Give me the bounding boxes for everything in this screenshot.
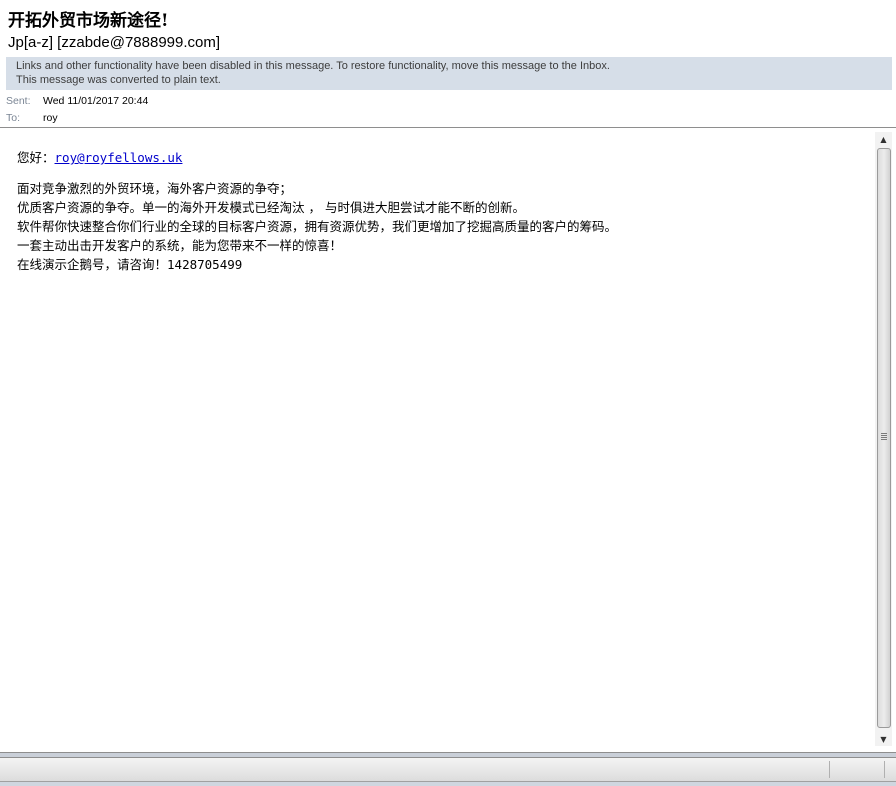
status-pane-end [884, 761, 896, 778]
sent-row: Sent: Wed 11/01/2017 20:44 [6, 94, 148, 108]
greeting-line: 您好：roy@royfellows.uk [17, 148, 875, 167]
grip-icon [881, 433, 887, 440]
greeting-prefix: 您好： [17, 150, 55, 165]
message-body[interactable]: 您好：roy@royfellows.uk 面对竞争激烈的外贸环境，海外客户资源的… [0, 128, 875, 752]
message-subject: 开拓外贸市场新途径! [8, 11, 169, 31]
info-bar[interactable]: Links and other functionality have been … [6, 57, 892, 90]
scrollbar-thumb[interactable] [877, 148, 891, 728]
body-line-3: 软件帮你快速整合你们行业的全球的目标客户资源，拥有资源优势，我们更增加了挖掘高质… [17, 219, 618, 234]
recipient-email-link[interactable]: roy@royfellows.uk [55, 150, 183, 165]
window-bottom-edge [0, 782, 896, 786]
sent-value: Wed 11/01/2017 20:44 [43, 95, 149, 107]
status-pane [829, 761, 887, 778]
info-bar-line-plain-text: This message was converted to plain text… [16, 73, 221, 86]
info-bar-line-disabled: Links and other functionality have been … [16, 60, 610, 72]
contact-number: 1428705499 [167, 257, 243, 272]
body-line-5-text: 在线演示企鹅号，请咨询！ [17, 257, 168, 272]
scroll-down-icon[interactable]: ▼ [875, 732, 892, 746]
to-value[interactable]: roy [43, 112, 58, 124]
scroll-up-icon[interactable]: ▲ [875, 132, 892, 146]
sent-label: Sent: [6, 95, 31, 107]
body-line-5: 在线演示企鹅号，请咨询！1428705499 [17, 255, 875, 274]
to-label: To: [6, 112, 21, 124]
vertical-scrollbar[interactable]: ▲ ▼ [875, 132, 892, 746]
body-line-4: 一套主动出击开发客户的系统，能为您带来不一样的惊喜！ [17, 238, 343, 253]
status-bar [0, 758, 896, 782]
to-row: To: roy [6, 111, 58, 125]
message-sender[interactable]: Jp[a-z] [zzabde@7888999.com] [8, 34, 220, 51]
body-line-1: 面对竞争激烈的外贸环境，海外客户资源的争夺； [17, 181, 293, 196]
body-line-2: 优质客户资源的争夺。单一的海外开发模式已经淘汰 ， 与时俱进大胆尝试才能不断的创… [17, 200, 525, 215]
